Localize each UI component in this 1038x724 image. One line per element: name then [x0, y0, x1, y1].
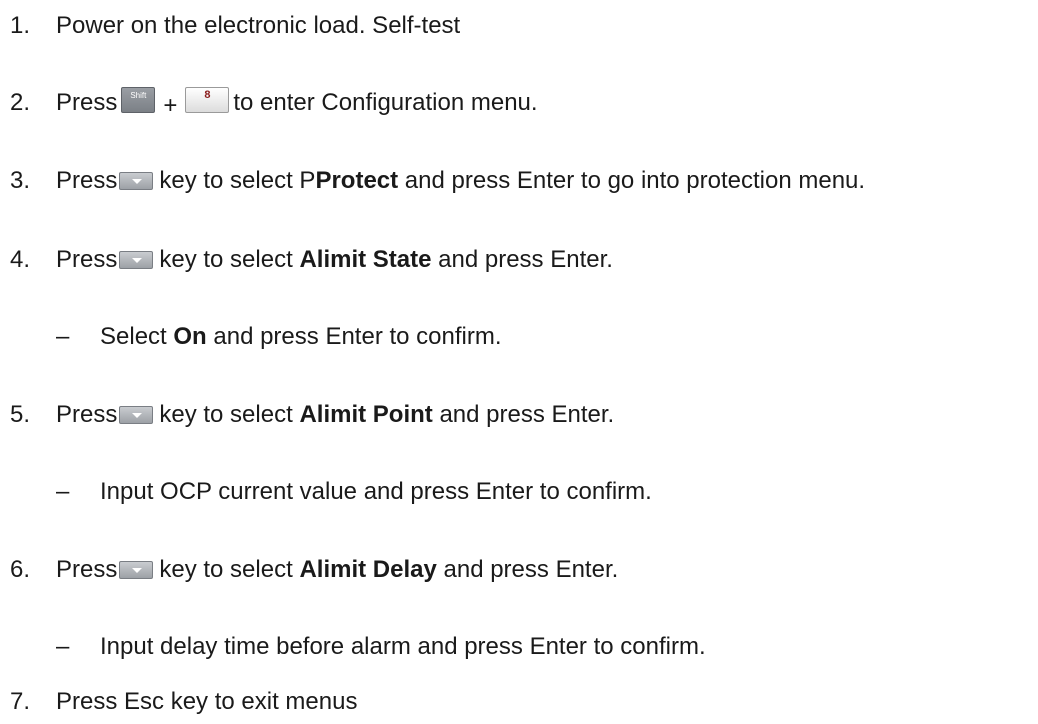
step-text-post: and press Enter to confirm.: [213, 323, 502, 350]
step-text-pre: Press: [56, 556, 118, 583]
step-5-substep: – Input OCP current value and press Ente…: [0, 476, 652, 508]
down-arrow-key-icon: [119, 406, 154, 424]
step-text-bold: Protect: [315, 167, 399, 194]
step-1: 1. Power on the electronic load. Self-te…: [0, 10, 460, 42]
step-text-mid: key to select: [159, 556, 293, 583]
step-text-post: and press Enter to go into protection me…: [404, 167, 866, 194]
step-number: 5.: [10, 401, 31, 428]
down-arrow-key-icon: [119, 172, 154, 190]
step-text-mid: key to select: [159, 246, 293, 273]
step-text-bold: Alimit Point: [299, 401, 433, 428]
substep-dash: –: [56, 633, 70, 660]
substep-dash: –: [56, 478, 70, 505]
step-text-post: and press Enter.: [439, 401, 615, 428]
step-text-mid: key to select P: [159, 167, 316, 194]
eight-key-icon: 8: [185, 87, 230, 113]
step-number: 3.: [10, 167, 31, 194]
step-number: 7.: [10, 688, 31, 715]
step-text: Input delay time before alarm and press …: [100, 633, 706, 660]
step-number: 2.: [10, 89, 31, 116]
down-arrow-key-icon: [119, 251, 154, 269]
step-text-pre: Press: [56, 167, 118, 194]
step-text-post: to enter Configuration menu.: [233, 89, 538, 116]
step-6: 6. Press key to select Alimit Delay and …: [0, 554, 618, 586]
step-text-pre: Press: [56, 401, 118, 428]
step-text-bold: Alimit Delay: [299, 556, 437, 583]
instruction-list: 1. Power on the electronic load. Self-te…: [0, 0, 1038, 724]
shift-key-icon: Shift: [121, 87, 156, 113]
eight-key-label: 8: [204, 89, 211, 101]
step-text: Input OCP current value and press Enter …: [100, 478, 652, 505]
step-text: Press Esc key to exit menus: [56, 688, 358, 715]
step-text-mid: key to select: [159, 401, 293, 428]
step-number: 6.: [10, 556, 31, 583]
step-number: 4.: [10, 246, 31, 273]
step-text-post: and press Enter.: [438, 246, 613, 273]
step-text-post: and press Enter.: [443, 556, 619, 583]
step-4: 4. Press key to select Alimit State and …: [0, 244, 613, 276]
step-text-bold: On: [173, 323, 207, 350]
substep-dash: –: [56, 323, 70, 350]
step-text-pre: Select: [100, 323, 167, 350]
step-number: 1.: [10, 12, 31, 39]
step-text: Power on the electronic load. Self-test: [56, 12, 461, 39]
step-3: 3. Press key to select P Protect and pres…: [0, 165, 865, 197]
step-2: 2. Press Shift + 8 to enter Configuratio…: [0, 87, 538, 119]
step-text-pre: Press: [56, 246, 118, 273]
step-text-bold: Alimit State: [299, 246, 432, 273]
step-4-substep: – Select On and press Enter to confirm.: [0, 321, 502, 353]
step-5: 5. Press key to select Alimit Point and …: [0, 399, 614, 431]
step-6-substep: – Input delay time before alarm and pres…: [0, 631, 706, 663]
plus-sign: +: [163, 92, 178, 119]
step-7: 7. Press Esc key to exit menus: [0, 686, 357, 718]
down-arrow-key-icon: [119, 561, 154, 579]
shift-key-label: Shift: [130, 91, 147, 100]
step-text-pre: Press: [56, 89, 118, 116]
